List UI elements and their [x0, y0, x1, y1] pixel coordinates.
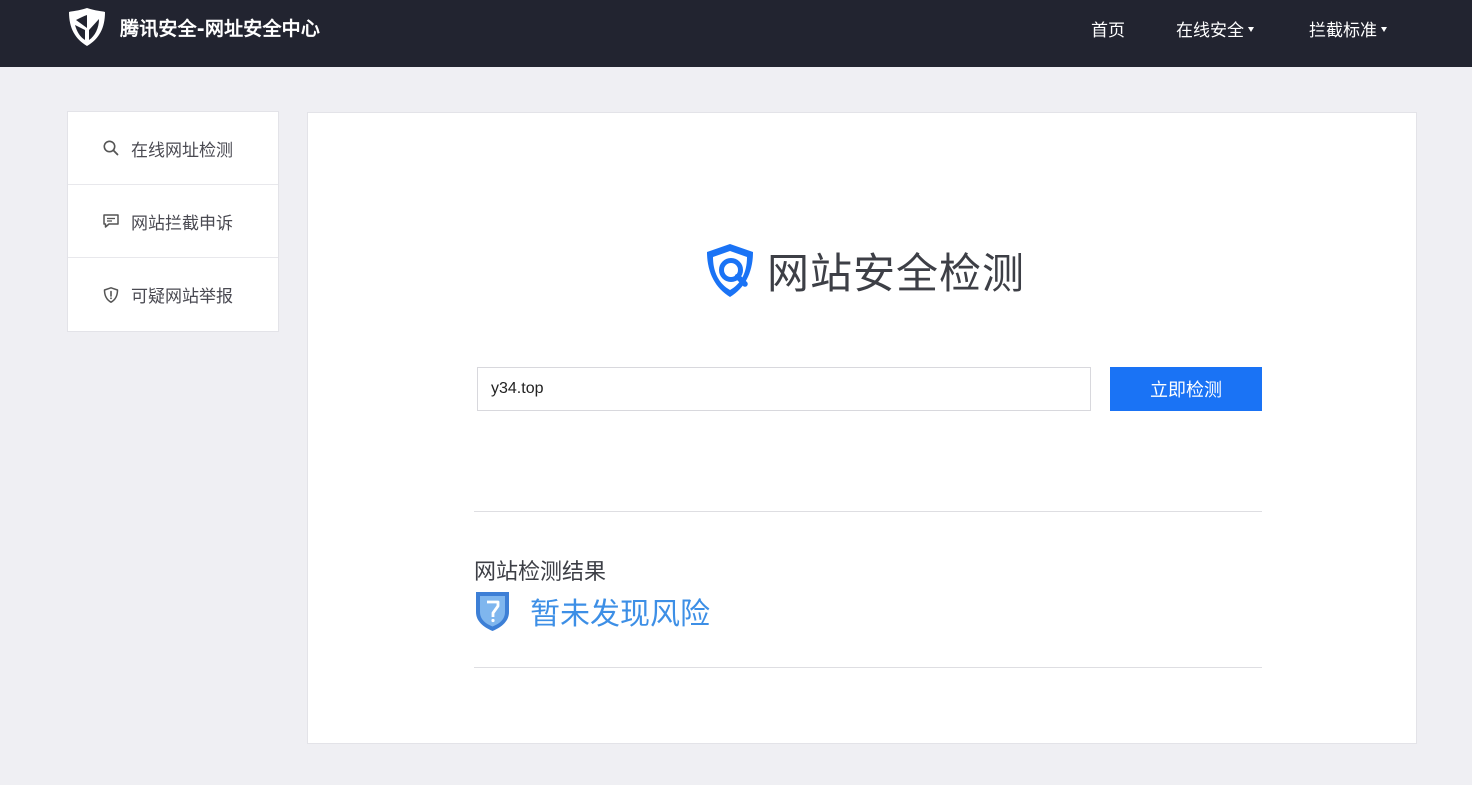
- unknown-shield-icon: [476, 592, 509, 631]
- divider: [474, 667, 1262, 668]
- shield-alert-icon: [103, 286, 119, 303]
- shield-search-icon: [707, 243, 753, 297]
- sidebar-item-label: 在线网址检测: [131, 140, 233, 161]
- sidebar-item-appeal[interactable]: 网站拦截申诉: [68, 185, 278, 258]
- brand-title: 腾讯安全-网址安全中心: [120, 17, 321, 40]
- main-panel: 网站安全检测 立即检测 网站检测结果 暂未发现风险: [307, 112, 1417, 744]
- nav-online-security-label: 在线安全: [1176, 20, 1244, 41]
- sidebar: 在线网址检测 网站拦截申诉 可疑网站举报: [67, 111, 279, 332]
- caret-down-icon: [1248, 26, 1254, 32]
- sidebar-item-label: 可疑网站举报: [131, 287, 233, 307]
- sidebar-item-url-check[interactable]: 在线网址检测: [68, 112, 278, 185]
- message-icon: [103, 214, 119, 228]
- caret-down-icon: [1381, 26, 1387, 32]
- nav-home-label: 首页: [1091, 20, 1125, 41]
- nav-online-security[interactable]: 在线安全: [1176, 16, 1254, 41]
- top-navigation-bar: 腾讯安全-网址安全中心 首页 在线安全 拦截标准: [0, 0, 1472, 67]
- sidebar-item-report[interactable]: 可疑网站举报: [68, 258, 278, 331]
- result-heading: 网站检测结果: [474, 560, 607, 585]
- result-status-text: 暂未发现风险: [530, 597, 710, 632]
- brand[interactable]: 腾讯安全-网址安全中心: [66, 7, 320, 47]
- result-status: 暂未发现风险: [474, 589, 710, 633]
- search-icon: [103, 140, 119, 156]
- page-title: 网站安全检测: [767, 249, 1026, 298]
- page-heading: 网站安全检测: [701, 240, 1025, 301]
- sidebar-item-label: 网站拦截申诉: [131, 213, 233, 234]
- check-now-button[interactable]: 立即检测: [1110, 367, 1262, 411]
- nav-interception-standard-label: 拦截标准: [1309, 20, 1377, 41]
- nav-home[interactable]: 首页: [1091, 16, 1125, 41]
- divider: [474, 511, 1262, 512]
- tencent-security-shield-logo-icon: [69, 8, 105, 46]
- nav-interception-standard[interactable]: 拦截标准: [1309, 16, 1387, 41]
- url-input[interactable]: [477, 367, 1091, 411]
